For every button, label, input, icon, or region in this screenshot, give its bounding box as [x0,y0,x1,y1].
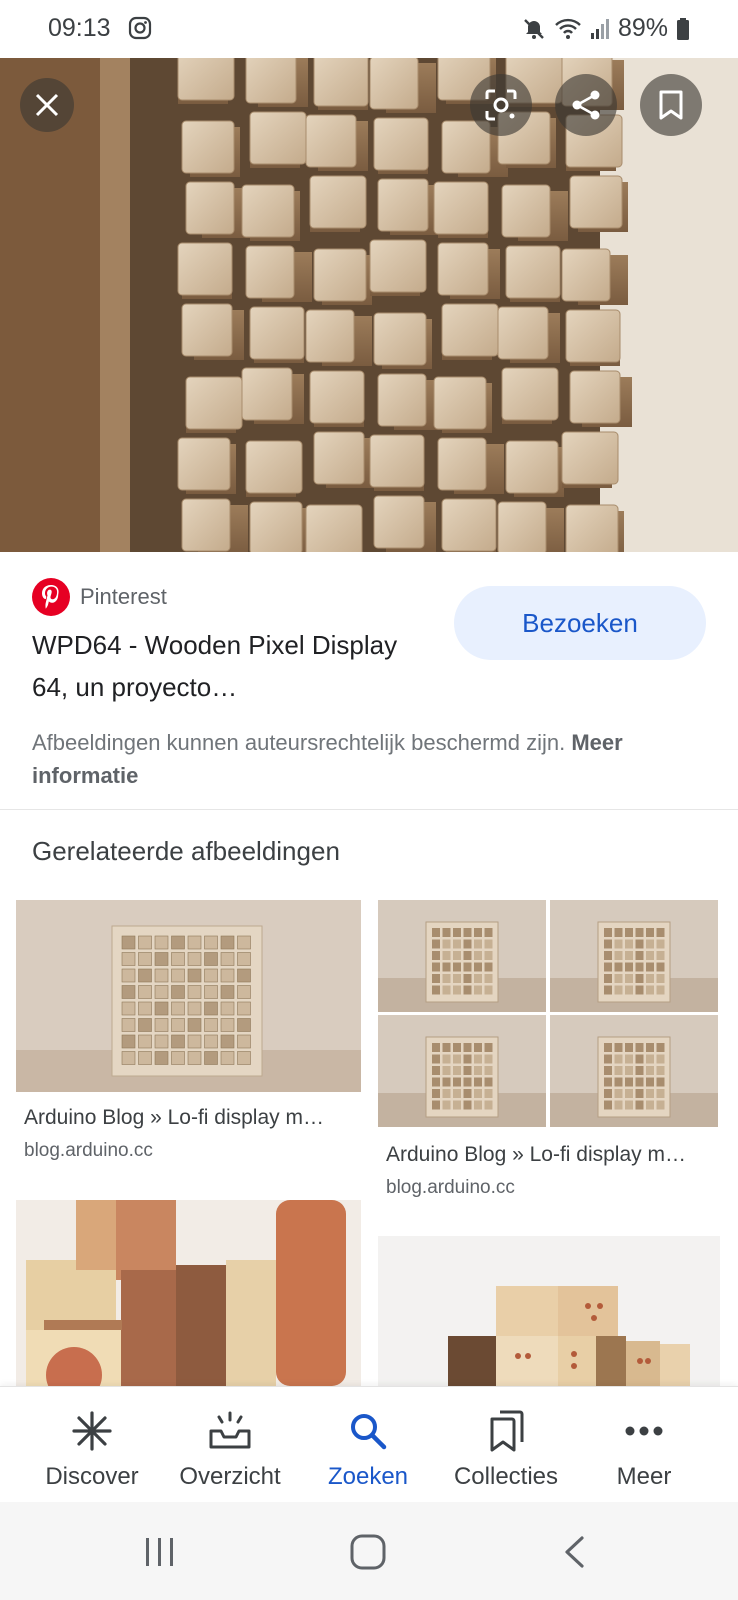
pinterest-logo-icon [32,578,70,616]
battery-percent: 89% [617,14,668,42]
visit-button[interactable]: Bezoeken [454,586,706,660]
home-icon [350,1534,386,1570]
status-time: 09:13 [48,14,111,42]
search-icon [351,1414,387,1450]
related-heading: Gerelateerde afbeeldingen [32,836,340,866]
hero-image[interactable] [0,58,738,552]
nav-collections[interactable]: Collecties [436,1387,576,1503]
source-row[interactable]: Pinterest [32,578,167,616]
related-domain-2: blog.arduino.cc [386,1177,515,1198]
home-button[interactable] [346,1530,390,1574]
nav-label-overview: Overzicht [179,1463,281,1490]
bottom-nav: Discover Overzicht Zoeken Collecties Mee… [0,1386,738,1502]
recents-icon [146,1538,173,1566]
related-caption-2[interactable]: Arduino Blog » Lo-fi display m… [386,1143,716,1167]
copyright-notice: Afbeeldingen kunnen auteursrechtelijk be… [32,726,672,792]
close-button[interactable] [20,78,74,132]
source-name: Pinterest [80,584,167,609]
share-button[interactable] [555,74,617,136]
thumb-4-image [378,1236,720,1386]
battery-icon [677,17,689,40]
nav-more[interactable]: Meer [574,1387,714,1503]
nav-label-more: Meer [616,1463,672,1490]
collections-icon [490,1410,524,1452]
copyright-text: Afbeeldingen kunnen auteursrechtelijk be… [32,730,566,755]
bookmark-button[interactable] [640,74,702,136]
mute-icon [524,18,544,39]
nav-label-search: Zoeken [327,1463,409,1490]
instagram-icon [128,16,152,40]
bookmark-icon [659,90,683,120]
signal-icon [590,18,609,39]
nav-label-discover: Discover [45,1463,139,1490]
asterisk-icon [72,1411,112,1451]
wooden-pixel-display-photo [0,58,738,552]
close-icon [35,93,59,117]
related-thumb-1[interactable] [16,900,361,1092]
lens-icon [485,89,517,121]
nav-label-collections: Collecties [453,1463,559,1490]
system-nav-bar [0,1502,738,1600]
thumb-1-image [16,900,361,1092]
related-thumb-3[interactable] [16,1200,361,1386]
nav-search[interactable]: Zoeken [298,1387,438,1503]
inbox-icon [209,1411,251,1449]
nav-overview[interactable]: Overzicht [160,1387,300,1503]
share-icon [572,90,600,120]
wifi-icon [555,18,581,39]
more-icon [625,1426,663,1436]
thumb-2-image [378,900,720,1128]
back-icon [565,1536,584,1568]
result-card: Pinterest WPD64 - Wooden Pixel Display 6… [0,552,738,810]
thumb-3-image [16,1200,361,1386]
related-caption-1[interactable]: Arduino Blog » Lo-fi display m… [24,1106,354,1130]
nav-discover[interactable]: Discover [22,1387,162,1503]
lens-button[interactable] [470,74,532,136]
status-bar: 09:13 89% [0,0,738,58]
result-title[interactable]: WPD64 - Wooden Pixel Display 64, un proy… [32,624,432,708]
related-domain-1: blog.arduino.cc [24,1140,153,1161]
recents-button[interactable] [138,1530,182,1574]
related-thumb-2[interactable] [378,900,720,1128]
back-button[interactable] [552,1530,596,1574]
related-thumb-4[interactable] [378,1236,720,1386]
